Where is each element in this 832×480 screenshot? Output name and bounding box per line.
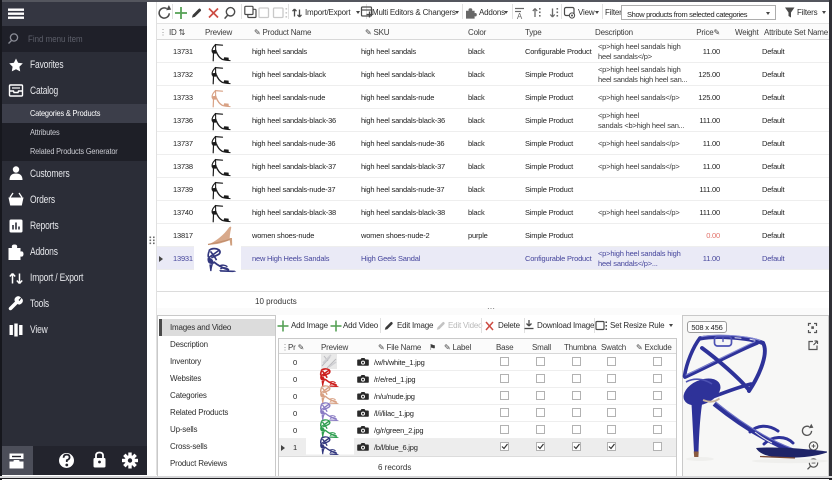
svg-text:A: A xyxy=(517,12,523,21)
